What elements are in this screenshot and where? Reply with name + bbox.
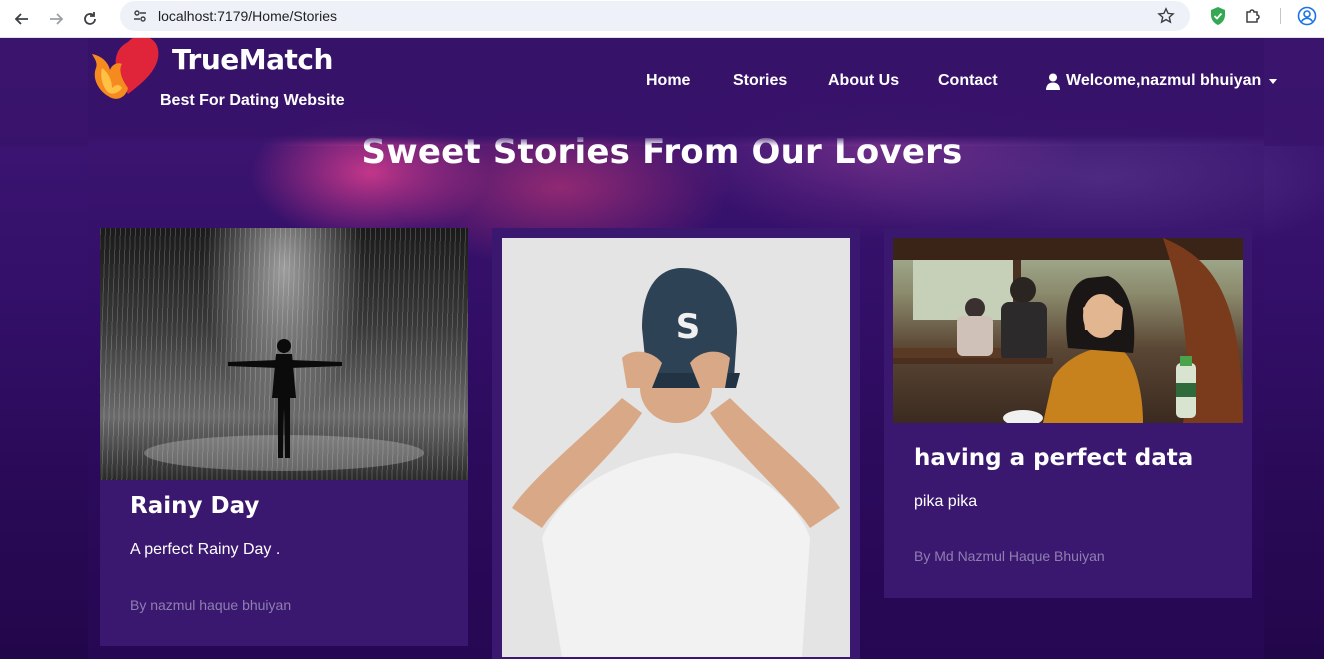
story-card[interactable]: having a perfect data pika pika By Md Na… (884, 228, 1252, 598)
shield-extension-icon[interactable] (1206, 4, 1230, 28)
profile-avatar-icon[interactable] (1295, 4, 1319, 28)
forward-arrow-icon[interactable] (42, 5, 70, 33)
cafe-woman-image (893, 238, 1243, 423)
header-overlay-right (1264, 38, 1324, 146)
brand-name[interactable]: TrueMatch (172, 43, 333, 76)
nav-contact[interactable]: Contact (938, 72, 998, 90)
chevron-down-icon (1269, 78, 1278, 84)
story-title[interactable]: Rainy Day (130, 493, 259, 519)
story-card[interactable]: S (492, 228, 860, 659)
story-card[interactable]: Rainy Day A perfect Rainy Day . By nazmu… (100, 228, 468, 646)
browser-toolbar: localhost:7179/Home/Stories (0, 0, 1324, 38)
rainy-day-image (100, 228, 468, 480)
bookmark-star-icon[interactable] (1156, 6, 1176, 26)
story-text: pika pika (914, 493, 978, 510)
story-title[interactable]: having a perfect data (914, 445, 1193, 471)
back-arrow-icon[interactable] (8, 5, 36, 33)
address-bar[interactable]: localhost:7179/Home/Stories (120, 1, 1190, 31)
story-author: By nazmul haque bhuiyan (130, 597, 292, 613)
nav-home[interactable]: Home (646, 72, 690, 90)
brand-tagline: Best For Dating Website (160, 92, 345, 109)
stories-page: TrueMatch Best For Dating Website Home S… (0, 38, 1324, 659)
reload-icon[interactable] (76, 5, 104, 33)
nav-about-us[interactable]: About Us (828, 72, 899, 90)
user-dropdown[interactable]: Welcome,nazmul bhuiyan (1046, 72, 1278, 90)
story-author: By Md Nazmul Haque Bhuiyan (914, 548, 1105, 564)
header-overlay-left (0, 38, 88, 146)
nav-stories[interactable]: Stories (733, 72, 787, 90)
site-info-icon[interactable] (128, 4, 152, 28)
extensions-puzzle-icon[interactable] (1241, 4, 1265, 28)
truematch-logo-icon[interactable] (88, 38, 162, 100)
svg-text:S: S (676, 307, 701, 347)
toolbar-divider (1280, 8, 1281, 24)
cap-man-image: S (502, 238, 850, 657)
user-greeting: Welcome,nazmul bhuiyan (1066, 72, 1262, 89)
story-text: A perfect Rainy Day . (130, 541, 281, 558)
url-text[interactable]: localhost:7179/Home/Stories (158, 8, 337, 24)
user-icon (1046, 73, 1060, 90)
